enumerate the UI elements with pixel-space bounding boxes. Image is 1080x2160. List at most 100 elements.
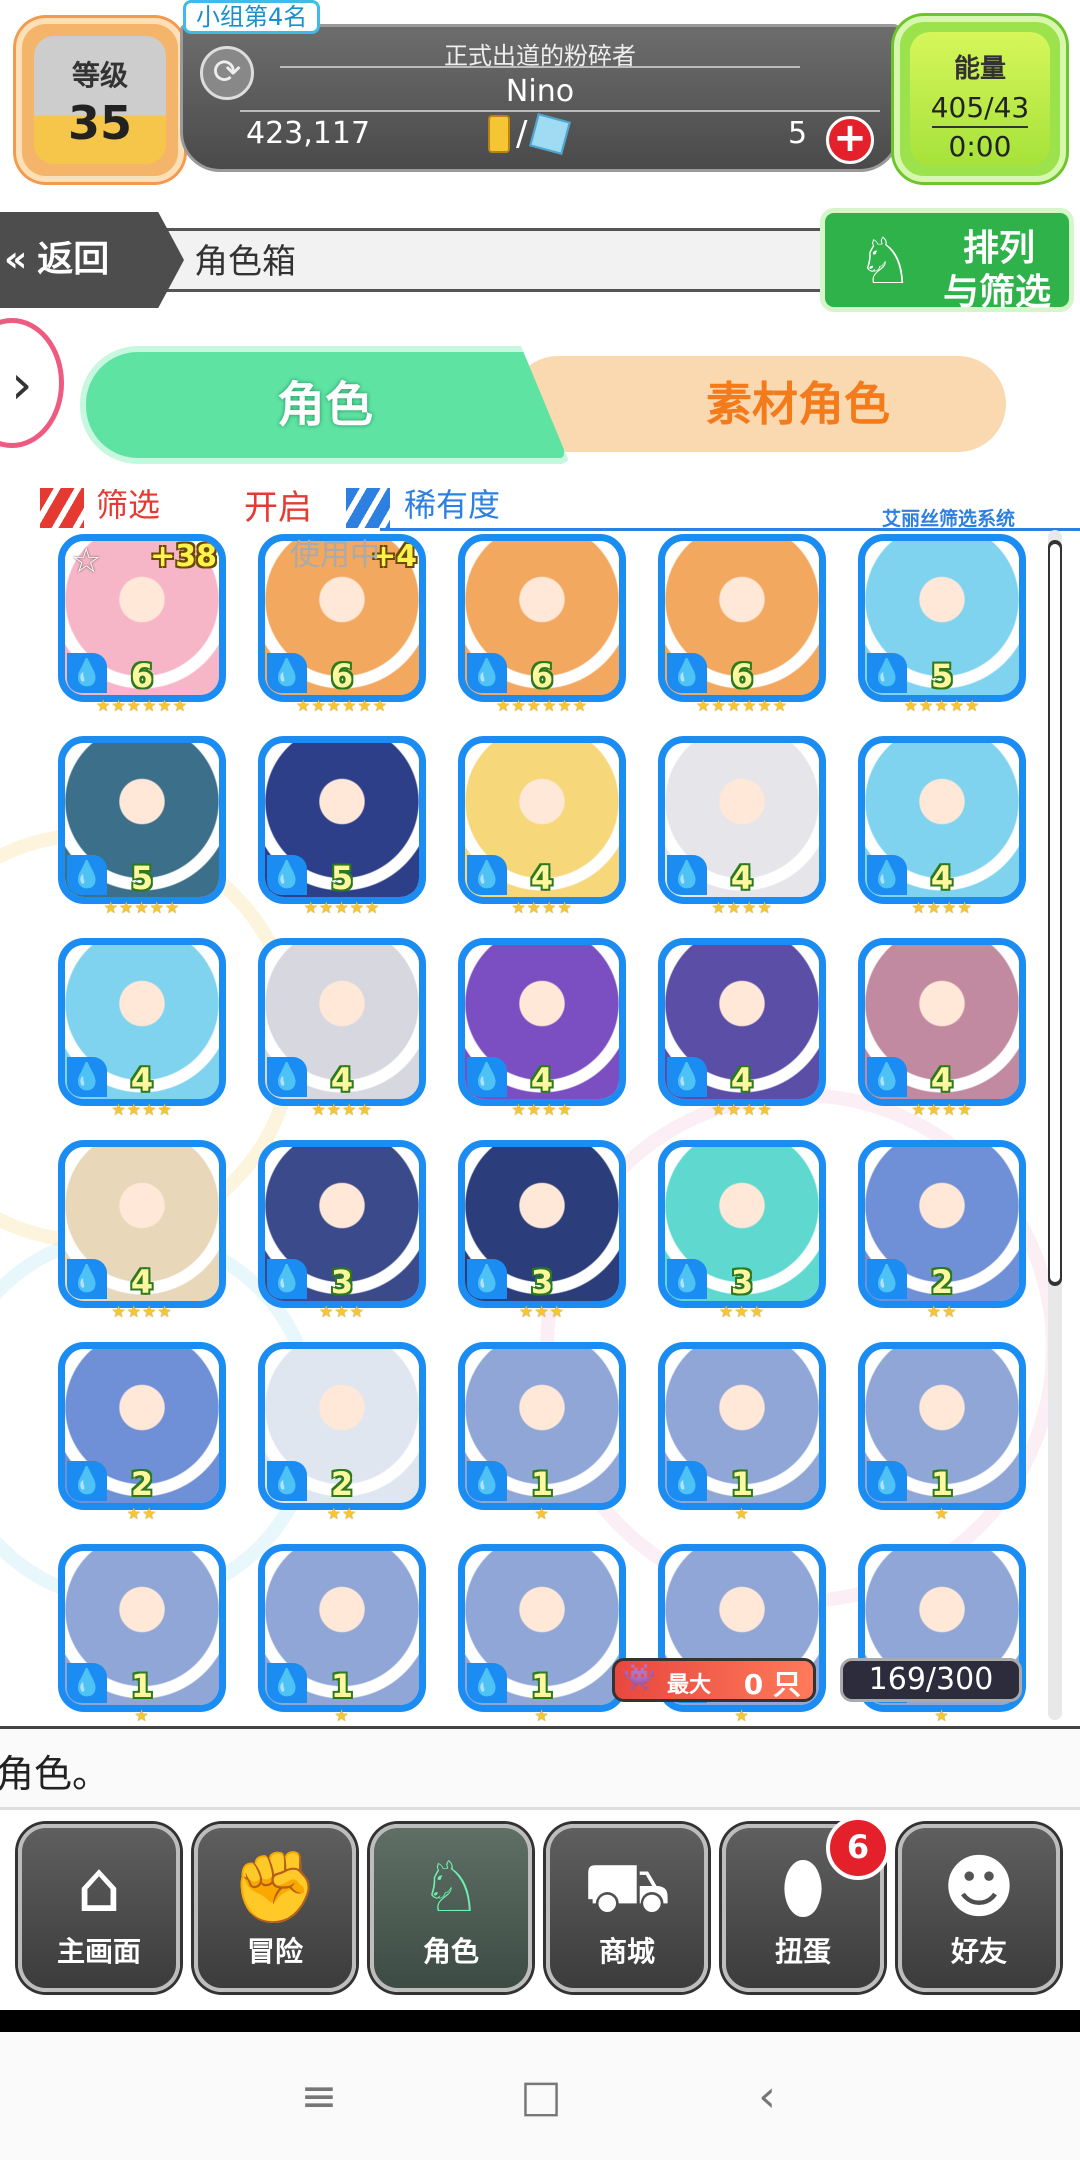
rarity-stars: ★★★ <box>718 1302 766 1321</box>
character-card[interactable]: 💧 6 <box>458 534 626 702</box>
rarity-stars: ★★★★ <box>711 1100 773 1119</box>
energy-label: 能量 <box>953 54 1006 84</box>
sort-filter-button[interactable]: ♘ 排列 与筛选 <box>820 208 1074 313</box>
currency-icons: / <box>488 113 572 155</box>
character-card[interactable]: 💧 3 <box>658 1140 826 1308</box>
level-label: 等级 <box>71 59 128 92</box>
nav-label: 主画面 <box>56 1935 141 1968</box>
tab-material-characters[interactable]: 素材角色 <box>510 356 1006 452</box>
in-use-tag: 使用中 <box>290 538 380 573</box>
character-card[interactable]: 💧 4 <box>658 736 826 904</box>
character-level: 4 <box>530 859 554 897</box>
character-level: 2 <box>330 1465 354 1503</box>
rarity-stars: ★★★★★★ <box>495 696 589 715</box>
sort-stripe-decoration <box>346 488 390 528</box>
character-level: 4 <box>530 1061 554 1099</box>
character-card[interactable]: 💧 1 <box>858 1342 1026 1510</box>
character-card[interactable]: 💧 3 <box>458 1140 626 1308</box>
rabbit-icon: ♘ <box>856 225 914 299</box>
character-card[interactable]: 💧 4 <box>458 938 626 1106</box>
energy-box[interactable]: 能量 405/43 0:00 <box>894 16 1066 182</box>
gold-count: 423,117 <box>246 116 371 151</box>
character-card[interactable]: 💧 1 <box>458 1342 626 1510</box>
character-card[interactable]: 💧 4 <box>858 938 1026 1106</box>
rarity-stars: ★ <box>334 1706 350 1724</box>
message-text: 角色。 <box>0 1752 111 1796</box>
scrollbar-thumb[interactable] <box>1048 540 1062 1286</box>
group-rank-badge: 小组第4名 <box>183 0 321 34</box>
character-card[interactable]: 💧 2 <box>858 1140 1026 1308</box>
character-level: 6 <box>130 657 154 695</box>
tab-characters[interactable]: 角色 <box>80 346 570 464</box>
back-button[interactable]: «返回 <box>0 212 184 308</box>
character-card[interactable]: 💧 5 <box>858 534 1026 702</box>
character-card[interactable]: 💧 5 <box>258 736 426 904</box>
character-card[interactable]: 💧 5 <box>58 736 226 904</box>
nav-cart-button[interactable]: ⛟ 商城 <box>546 1824 708 1992</box>
nav-handshake-button[interactable]: ✊ 冒险 <box>194 1824 356 1992</box>
character-card[interactable]: 💧 2 <box>258 1342 426 1510</box>
character-level: 6 <box>530 657 554 695</box>
character-card[interactable]: 💧 4 <box>58 1140 226 1308</box>
nav-home-button[interactable]: ⌂ 主画面 <box>18 1824 180 1992</box>
nav-rabbit-button[interactable]: ♘ 角色 <box>370 1824 532 1992</box>
character-level: 1 <box>730 1465 754 1503</box>
black-strip <box>0 2010 1080 2032</box>
character-card[interactable]: 💧 3 <box>258 1140 426 1308</box>
rarity-stars: ★★ <box>126 1504 158 1523</box>
character-level: 4 <box>930 859 954 897</box>
character-card[interactable]: 💧 1 <box>458 1544 626 1712</box>
character-level: 4 <box>730 1061 754 1099</box>
filter-status[interactable]: 开启 <box>244 480 312 529</box>
rarity-stars: ★★★★★ <box>903 696 981 715</box>
character-card[interactable]: 💧 4 <box>58 938 226 1106</box>
title-divider <box>280 66 800 68</box>
character-card[interactable]: 💧 6 <box>658 534 826 702</box>
sort-by-label[interactable]: 稀有度 <box>404 480 500 526</box>
system-nav-bar: ≡ □ ‹ <box>0 2032 1080 2160</box>
add-currency-button[interactable]: + <box>826 116 874 164</box>
gacha-notification-badge: 6 <box>826 1816 890 1880</box>
level-box: 等级 35 <box>16 18 184 182</box>
character-card[interactable]: 💧 4 <box>658 938 826 1106</box>
back-arrow-icon[interactable]: ‹ <box>732 2062 802 2132</box>
character-card[interactable]: 💧 4 <box>458 736 626 904</box>
home-icon: ⌂ <box>76 1846 122 1928</box>
character-level: 4 <box>730 859 754 897</box>
character-card[interactable]: 💧 1 <box>58 1544 226 1712</box>
back-label: 返回 <box>37 239 110 280</box>
character-level: 1 <box>530 1667 554 1705</box>
rarity-stars: ★ <box>534 1504 550 1523</box>
currency-separator: / <box>516 114 528 154</box>
character-card[interactable]: ☆ +38 💧 6 <box>58 534 226 702</box>
nav-friends-button[interactable]: ☻ 好友 <box>898 1824 1060 1992</box>
nav-label: 好友 <box>950 1935 1007 1968</box>
chevron-right-icon: › <box>11 353 33 416</box>
filter-label[interactable]: 筛选 <box>96 480 160 526</box>
rarity-stars: ★★★★ <box>511 1100 573 1119</box>
character-card[interactable]: 💧 2 <box>58 1342 226 1510</box>
character-level: 5 <box>930 657 954 695</box>
character-level: 3 <box>730 1263 754 1301</box>
level-value: 35 <box>67 96 132 150</box>
side-panel-toggle[interactable]: › <box>0 318 64 448</box>
refresh-icon[interactable]: ⟳ <box>200 46 254 100</box>
max-badge: 👾 最大 0 只 <box>612 1658 816 1702</box>
energy-divider <box>932 126 1028 128</box>
rarity-stars: ★★★★ <box>711 898 773 917</box>
character-level: 1 <box>330 1667 354 1705</box>
character-level: 3 <box>530 1263 554 1301</box>
nav-row: «返回 角色箱 ♘ 排列 与筛选 <box>0 200 1080 320</box>
menu-icon[interactable]: ≡ <box>284 2062 354 2132</box>
character-card[interactable]: 💧 4 <box>258 938 426 1106</box>
home-square-icon[interactable]: □ <box>506 2062 576 2132</box>
nav-label: 扭蛋 <box>774 1935 831 1968</box>
character-card[interactable]: 💧 4 <box>858 736 1026 904</box>
character-level: 6 <box>730 657 754 695</box>
character-card[interactable]: 💧 1 <box>658 1342 826 1510</box>
filter-label: 与筛选 <box>943 272 1052 313</box>
energy-inner: 能量 405/43 0:00 <box>910 32 1050 166</box>
max-value: 0 只 <box>743 1668 801 1701</box>
rarity-stars: ★★★ <box>518 1302 566 1321</box>
character-card[interactable]: 💧 1 <box>258 1544 426 1712</box>
